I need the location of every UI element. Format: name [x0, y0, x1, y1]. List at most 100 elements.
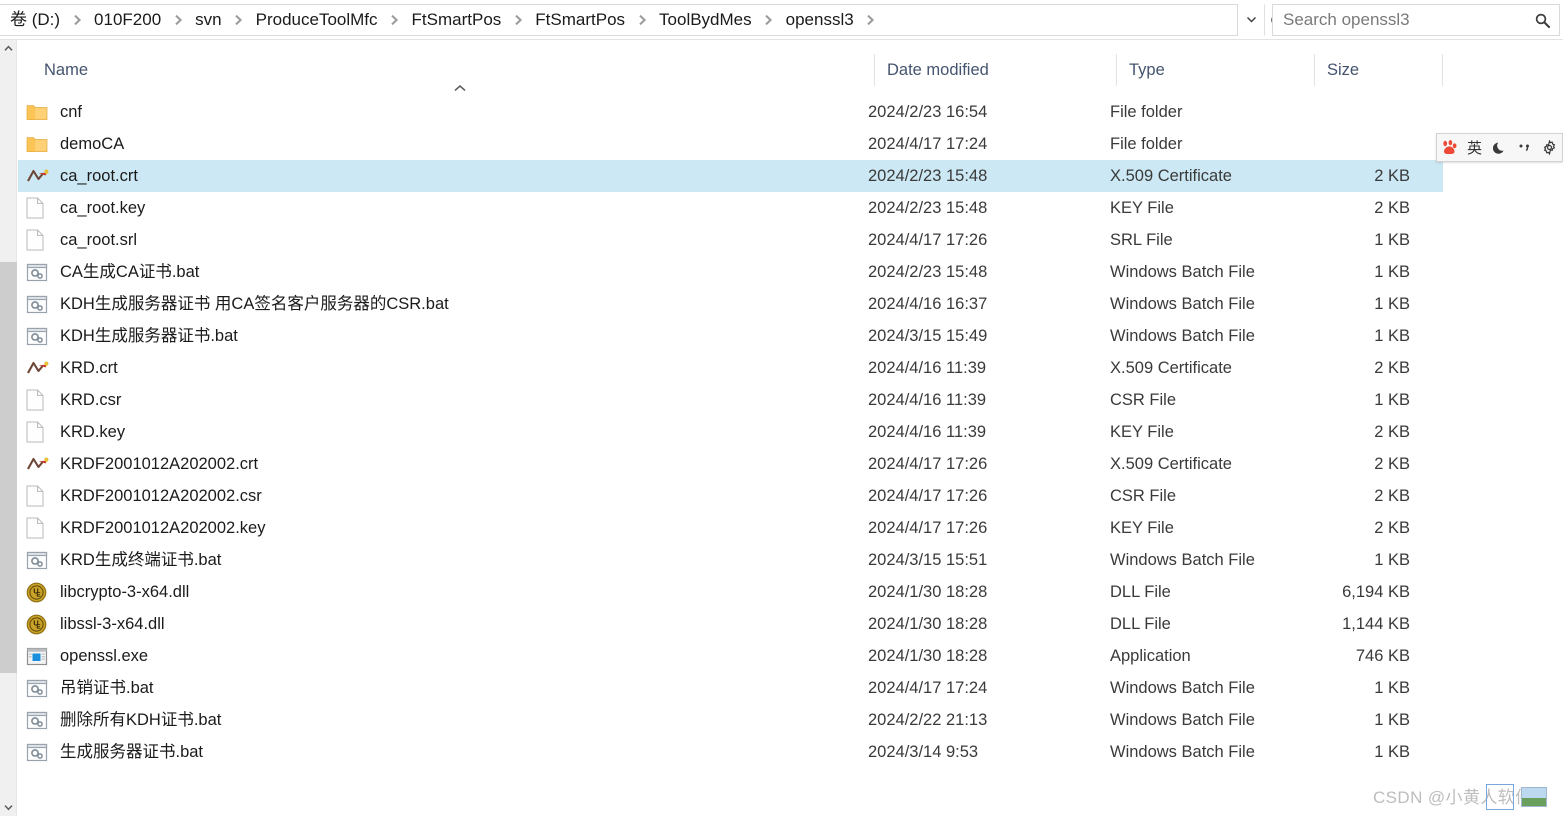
baidu-paw-logo-icon[interactable] [1439, 137, 1461, 159]
file-name-label: ca_root.key [60, 199, 146, 217]
breadcrumb[interactable]: 卷 (D:) 010F200 svn ProduceToolMfc FtSmartPos… [0, 3, 1238, 36]
file-row[interactable]: KDH生成服务器证书.bat 2024/3/15 15:49 Windows Bat… [18, 320, 1443, 352]
file-row[interactable]: KRD.csr 2024/4/16 11:39 CSR File 1 KB [18, 384, 1443, 416]
file-name-label: ca_root.srl [60, 231, 138, 249]
file-row[interactable]: ca_root.crt 2024/2/23 15:48 X.509 Certific… [18, 160, 1443, 192]
breadcrumb-chevron-right-icon[interactable] [631, 5, 653, 35]
file-name-cell[interactable]: ca_root.key [18, 197, 856, 219]
english-mode-icon[interactable]: 英 [1464, 137, 1486, 159]
breadcrumb-segment[interactable]: FtSmartPos [406, 5, 508, 35]
file-row[interactable]: 吊销证书.bat 2024/4/17 17:24 Windows Batch Fil… [18, 672, 1443, 704]
file-row[interactable]: KRD.crt 2024/4/16 11:39 X.509 Certificate 2… [18, 352, 1443, 384]
breadcrumb-segment[interactable]: openssl3 [780, 5, 860, 35]
file-row[interactable]: openssl.exe 2024/1/30 18:28 Application 746… [18, 640, 1443, 672]
file-name-cell[interactable]: KRDF2001012A202002.crt [18, 453, 856, 475]
file-name-cell[interactable]: CA生成CA证书.bat [18, 261, 856, 283]
file-name-label: 吊销证书.bat [60, 679, 154, 697]
file-row[interactable]: KRDF2001012A202002.csr 2024/4/17 17:26 CSR… [18, 480, 1443, 512]
column-header-date-modified[interactable]: Date modified [874, 54, 1116, 86]
column-header-name[interactable]: Name [44, 54, 882, 86]
breadcrumb-segment[interactable]: FtSmartPos [529, 5, 631, 35]
file-name-cell[interactable]: openssl.exe [18, 645, 856, 667]
file-row[interactable]: ca_root.key 2024/2/23 15:48 KEY File 2 KB [18, 192, 1443, 224]
file-name-cell[interactable]: KDH生成服务器证书.bat [18, 325, 856, 347]
file-row[interactable]: KRD生成终端证书.bat 2024/3/15 15:51 Windows Batc… [18, 544, 1443, 576]
file-row[interactable]: U E libssl-3-x64.dll 2024/1/30 18:28 DLL Fil… [18, 608, 1443, 640]
file-row[interactable]: KRDF2001012A202002.key 2024/4/17 17:26 KEY… [18, 512, 1443, 544]
file-name-cell[interactable]: 生成服务器证书.bat [18, 741, 856, 763]
breadcrumb-chevron-right-icon[interactable] [758, 5, 780, 35]
file-type-cell: KEY File [1110, 518, 1174, 537]
column-header-size[interactable]: Size [1314, 54, 1442, 86]
file-type-cell: KEY File [1110, 198, 1174, 217]
file-row[interactable]: 生成服务器证书.bat 2024/3/14 9:53 Windows Batch F… [18, 736, 1443, 768]
file-type-cell: File folder [1110, 102, 1183, 121]
vertical-scrollbar[interactable] [0, 40, 17, 816]
file-size-cell: 1 KB [1374, 230, 1410, 249]
file-name-cell[interactable]: KDH生成服务器证书 用CA签名客户服务器的CSR.bat [18, 293, 856, 315]
file-row[interactable]: KRD.key 2024/4/16 11:39 KEY File 2 KB [18, 416, 1443, 448]
file-type-cell: X.509 Certificate [1110, 454, 1232, 473]
file-name-cell[interactable]: U E libssl-3-x64.dll [18, 613, 856, 635]
chevron-down-icon[interactable] [0, 799, 17, 816]
breadcrumb-chevron-right-icon[interactable] [384, 5, 406, 35]
file-row[interactable]: CA生成CA证书.bat 2024/2/23 15:48 Windows Batch… [18, 256, 1443, 288]
breadcrumb-chevron-right-icon[interactable] [860, 5, 882, 35]
file-date-cell: 2024/4/17 17:26 [868, 518, 988, 537]
chevron-up-icon[interactable] [0, 40, 17, 57]
breadcrumb-chevron-right-icon[interactable] [228, 5, 250, 35]
file-name-cell[interactable]: KRDF2001012A202002.key [18, 517, 856, 539]
file-name-cell[interactable]: KRD.csr [18, 389, 856, 411]
search-input[interactable]: Search openssl3 [1273, 10, 1525, 30]
file-name-cell[interactable]: demoCA [18, 133, 856, 155]
file-name-label: libcrypto-3-x64.dll [60, 583, 190, 601]
file-name-cell[interactable]: 吊销证书.bat [18, 677, 856, 699]
file-name-cell[interactable]: ca_root.crt [18, 165, 856, 187]
file-row[interactable]: demoCA 2024/4/17 17:24 File folder [18, 128, 1443, 160]
file-name-cell[interactable]: 删除所有KDH证书.bat [18, 709, 856, 731]
file-name-cell[interactable]: U E libcrypto-3-x64.dll [18, 581, 856, 603]
chevron-down-icon[interactable] [1238, 4, 1264, 36]
file-date-cell: 2024/4/16 11:39 [868, 422, 987, 441]
scrollbar-thumb[interactable] [0, 262, 17, 673]
punctuation-icon[interactable] [1514, 137, 1536, 159]
ime-toolbar[interactable]: 英 [1436, 133, 1563, 162]
file-name-label: CA生成CA证书.bat [60, 263, 200, 281]
moon-icon[interactable] [1489, 137, 1511, 159]
search-box[interactable]: Search openssl3 [1272, 4, 1560, 36]
file-name-label: KRD.key [60, 423, 126, 441]
file-name-cell[interactable]: ca_root.srl [18, 229, 856, 251]
file-name-cell[interactable]: KRDF2001012A202002.csr [18, 485, 856, 507]
breadcrumb-chevron-right-icon[interactable] [66, 5, 88, 35]
file-row[interactable]: KRDF2001012A202002.crt 2024/4/17 17:26 X.5… [18, 448, 1443, 480]
breadcrumb-segment[interactable]: ProduceToolMfc [250, 5, 384, 35]
blank-file-icon [26, 421, 50, 443]
breadcrumb-segment[interactable]: 010F200 [88, 5, 167, 35]
column-divider[interactable] [1442, 54, 1443, 86]
file-date-cell: 2024/2/22 21:13 [868, 710, 988, 729]
svg-text:E: E [36, 623, 41, 630]
file-row[interactable]: ca_root.srl 2024/4/17 17:26 SRL File 1 KB [18, 224, 1443, 256]
file-row[interactable]: cnf 2024/2/23 16:54 File folder [18, 96, 1443, 128]
file-name-cell[interactable]: KRD.key [18, 421, 856, 443]
file-name-label: KDH生成服务器证书 用CA签名客户服务器的CSR.bat [60, 295, 449, 313]
file-name-cell[interactable]: KRD.crt [18, 357, 856, 379]
breadcrumb-chevron-right-icon[interactable] [507, 5, 529, 35]
breadcrumb-segment[interactable]: 卷 (D:) [4, 5, 66, 35]
file-row[interactable]: KDH生成服务器证书 用CA签名客户服务器的CSR.bat 2024/4/16 1… [18, 288, 1443, 320]
file-list[interactable]: cnf 2024/2/23 16:54 File folder demoCA 2024/… [18, 96, 1563, 776]
file-type-cell: Application [1110, 646, 1191, 665]
file-row[interactable]: U E libcrypto-3-x64.dll 2024/1/30 18:28 DLL … [18, 576, 1443, 608]
column-header-type[interactable]: Type [1116, 54, 1314, 86]
search-icon[interactable] [1525, 12, 1559, 29]
file-name-cell[interactable]: cnf [18, 101, 856, 123]
file-name-label: KRD.csr [60, 391, 122, 409]
file-name-cell[interactable]: KRD生成终端证书.bat [18, 549, 856, 571]
breadcrumb-chevron-right-icon[interactable] [167, 5, 189, 35]
breadcrumb-segment[interactable]: svn [189, 5, 227, 35]
blank-file-icon [26, 229, 50, 251]
file-row[interactable]: 删除所有KDH证书.bat 2024/2/22 21:13 Windows Batc… [18, 704, 1443, 736]
gear-icon[interactable] [1539, 137, 1561, 159]
file-size-cell: 1 KB [1374, 742, 1410, 761]
breadcrumb-segment[interactable]: ToolBydMes [653, 5, 758, 35]
